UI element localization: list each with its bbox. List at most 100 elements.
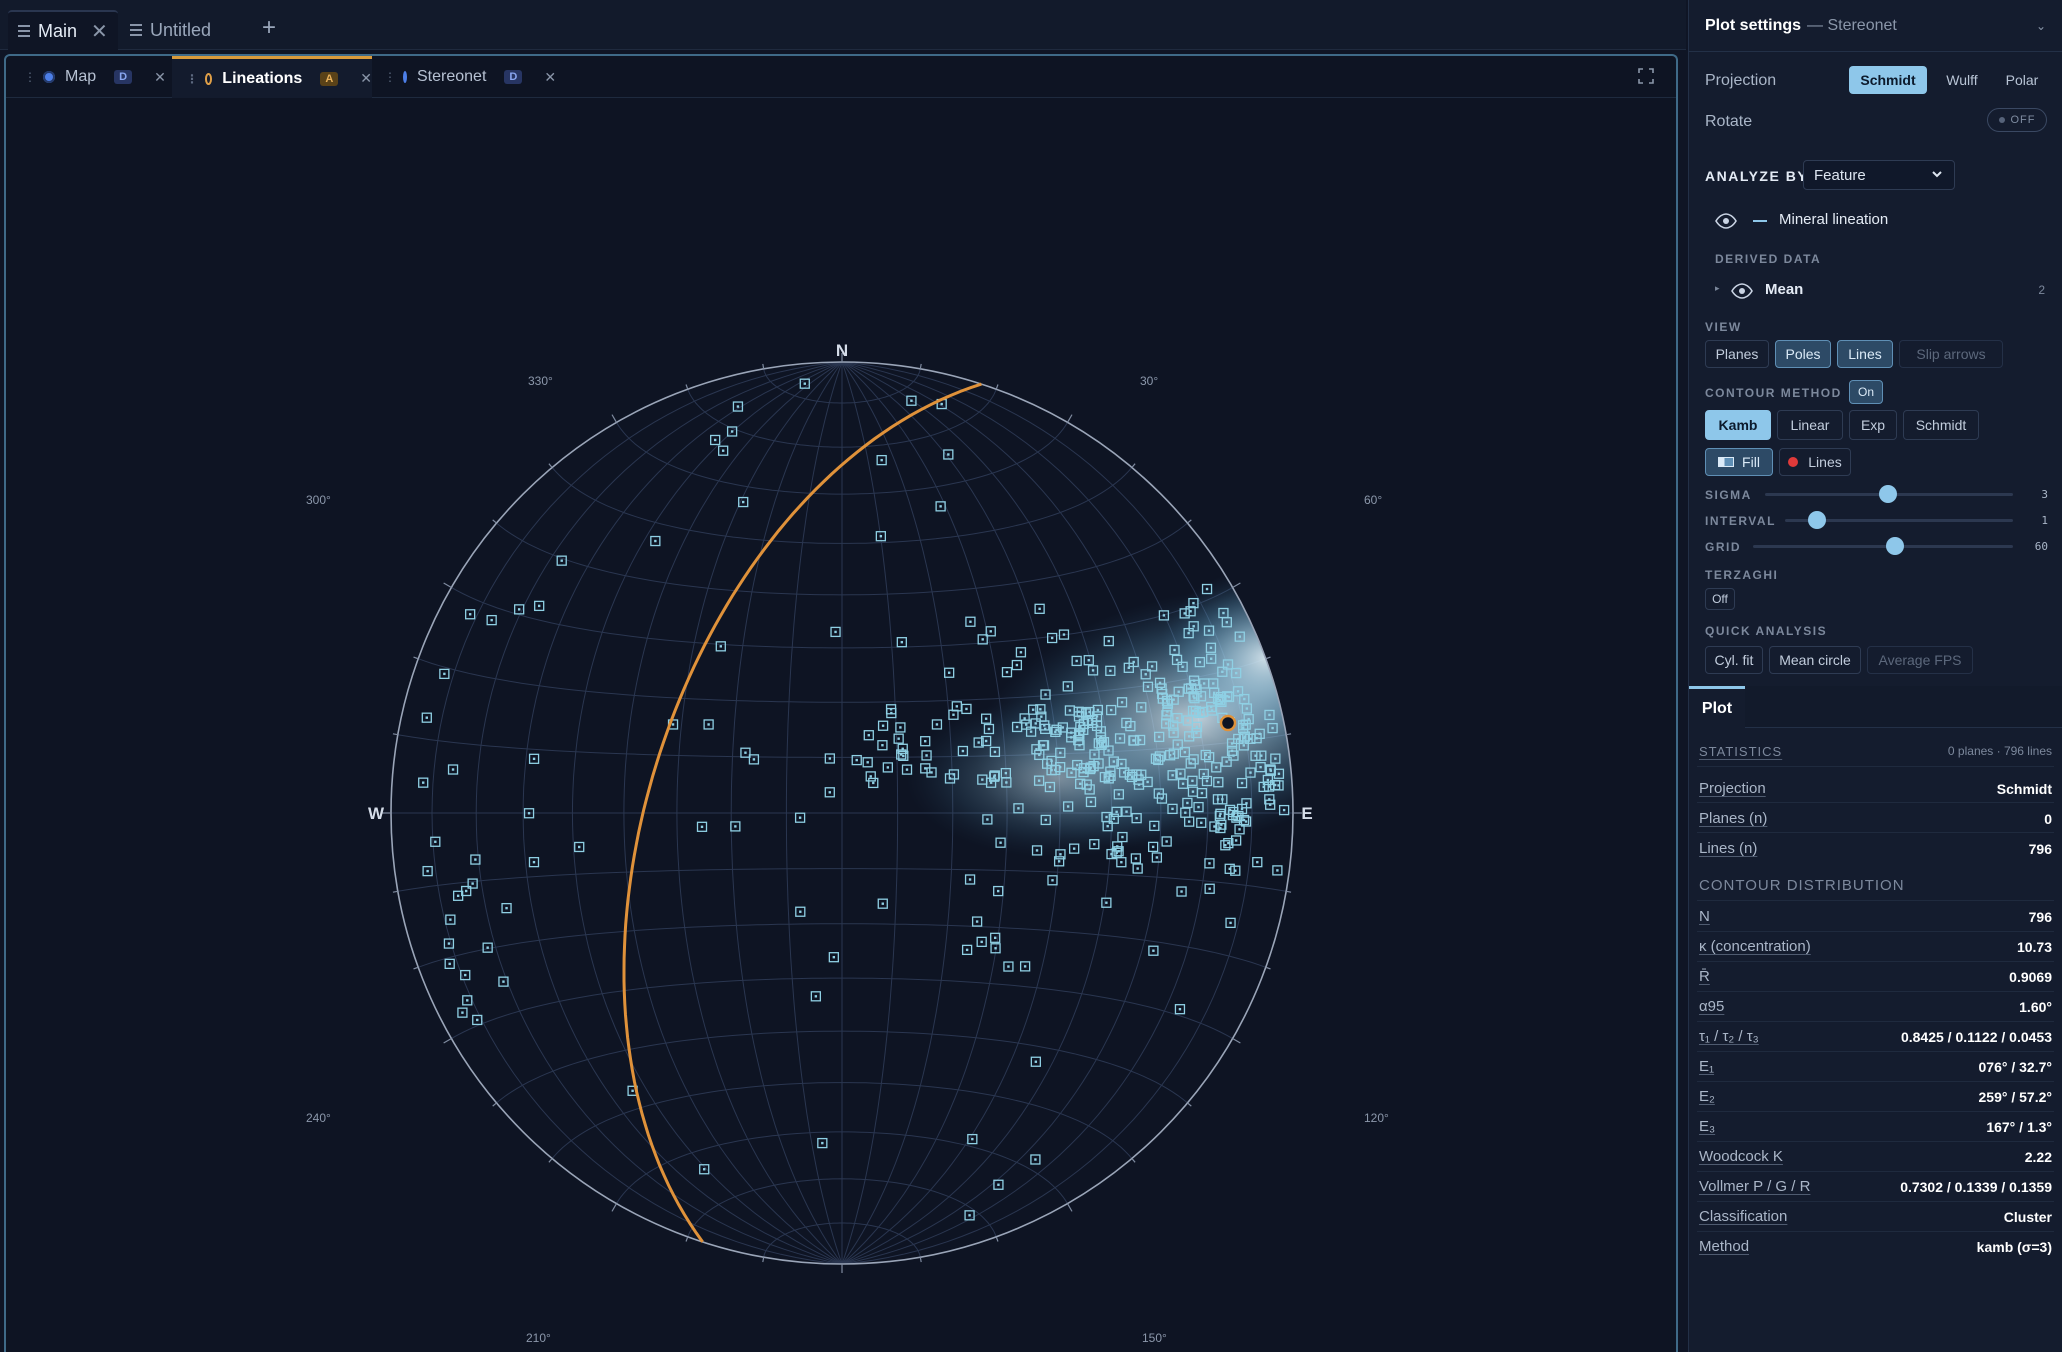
quick-analysis-label: QUICK ANALYSIS (1705, 624, 1828, 638)
azimuth-tick (1187, 1102, 1192, 1107)
azimuth-label: 60° (1364, 493, 1382, 507)
divider (1697, 1111, 2054, 1112)
pole-marker (1204, 883, 1215, 894)
pole-marker (422, 865, 433, 877)
cyl-fit-button[interactable]: Cyl. fit (1705, 646, 1763, 674)
contour-linear-button[interactable]: Linear (1777, 410, 1843, 440)
grid-slider-handle[interactable] (1886, 537, 1904, 555)
pole-marker (895, 722, 906, 733)
close-icon[interactable]: ✕ (360, 70, 372, 87)
pole-marker (810, 991, 822, 1002)
pole-marker (715, 641, 726, 652)
drag-handle-icon[interactable]: ⋮ (186, 72, 198, 86)
fullscreen-icon[interactable] (1638, 68, 1654, 84)
window-tab-main[interactable]: Main ✕ (8, 10, 118, 50)
azimuth-tick (685, 1236, 689, 1242)
close-icon[interactable]: ✕ (544, 69, 556, 86)
lines-label: Lines (1808, 454, 1842, 470)
contour-lines-toggle[interactable]: Lines (1779, 448, 1851, 476)
contour-stat-label: Woodcock K (1699, 1148, 1783, 1165)
terzaghi-toggle[interactable]: Off (1705, 588, 1735, 610)
window-tab-untitled[interactable]: Untitled (120, 10, 221, 50)
contour-on-toggle[interactable]: On (1849, 380, 1883, 404)
terzaghi-label: TERZAGHI (1705, 568, 1779, 582)
azimuth-tick (413, 656, 419, 660)
view-lines-button[interactable]: Lines (1837, 340, 1893, 368)
pole-marker (971, 916, 983, 927)
eye-icon[interactable] (1731, 283, 1753, 299)
divider (1697, 991, 2054, 992)
plot-settings-header[interactable]: Plot settings — Stereonet ⌄ (1689, 0, 2062, 52)
contour-exp-button[interactable]: Exp (1849, 410, 1897, 440)
projection-wulff-button[interactable]: Wulff (1935, 66, 1989, 94)
view-slip-arrows-button[interactable]: Slip arrows (1899, 340, 2003, 368)
azimuth-tick (548, 1158, 553, 1163)
drag-handle-icon[interactable]: ⋮ (384, 70, 396, 84)
pole-marker (882, 762, 893, 773)
pole-marker (1047, 632, 1058, 644)
north-label: N (836, 341, 848, 360)
panel-tab-map[interactable]: ⋮ Map D ✕ (16, 56, 170, 98)
contour-stat-value: 076° / 32.7° (1978, 1059, 2052, 1075)
view-label: VIEW (1705, 320, 1742, 334)
lineations-dot-icon (205, 72, 213, 85)
contour-stat-label: Vollmer P / G / R (1699, 1178, 1811, 1195)
stat-projection-value: Schmidt (1996, 781, 2052, 797)
pole-marker (1116, 857, 1127, 868)
sigma-value: 3 (2041, 488, 2048, 501)
view-planes-button[interactable]: Planes (1705, 340, 1769, 368)
panel-tab-label: Lineations (222, 69, 303, 87)
pole-marker (862, 757, 873, 768)
feature-row-mineral-lineation[interactable]: Mineral lineation (1715, 210, 2045, 234)
tab-plot[interactable]: Plot (1689, 686, 1745, 728)
average-fps-button[interactable]: Average FPS (1867, 646, 1973, 674)
panel-tab-lineations[interactable]: ⋮ Lineations A ✕ (172, 56, 372, 98)
window-tab-label: Untitled (150, 19, 212, 40)
contour-schmidt-button[interactable]: Schmidt (1903, 410, 1979, 440)
pole-marker (863, 730, 874, 741)
contour-fill-toggle[interactable]: Fill (1705, 448, 1773, 476)
east-label: E (1301, 804, 1312, 823)
pole-marker (794, 812, 806, 823)
grid-slider-track[interactable] (1753, 545, 2013, 548)
sigma-slider-handle[interactable] (1879, 485, 1897, 503)
projection-polar-button[interactable]: Polar (1995, 66, 2049, 94)
close-icon[interactable]: ✕ (91, 19, 108, 44)
pole-marker (696, 821, 708, 832)
azimuth-tick (1286, 890, 1292, 893)
eye-icon[interactable] (1715, 213, 1737, 229)
expand-caret-icon[interactable]: ▸ (1715, 283, 1720, 294)
contour-stat-value: Cluster (2003, 1209, 2052, 1225)
chevron-down-icon[interactable]: ⌄ (2036, 19, 2046, 33)
mean-marker[interactable] (1219, 714, 1237, 732)
azimuth-tick (1131, 463, 1136, 468)
azimuth-tick (443, 582, 452, 589)
panel-tab-stereonet[interactable]: ⋮ Stereonet D ✕ (376, 56, 556, 98)
interval-slider-handle[interactable] (1808, 511, 1826, 529)
stereonet-plot[interactable]: N E W 330° 30° 300° 60° 240° 120° 210° 1… (6, 98, 1676, 1352)
derived-item-mean[interactable]: ▸ Mean 2 (1715, 280, 2045, 304)
stereonet-dot-icon (403, 71, 407, 83)
plot-settings-sidebar: Plot settings — Stereonet ⌄ Projection S… (1688, 0, 2062, 1352)
contour-stat-value: 167° / 1.3° (1986, 1119, 2052, 1135)
rotate-label: Rotate (1705, 113, 1753, 130)
view-poles-button[interactable]: Poles (1775, 340, 1831, 368)
derived-data-label: DERIVED DATA (1715, 252, 1822, 266)
analyze-by-select[interactable]: Feature (1803, 160, 1955, 190)
drag-handle-icon[interactable]: ⋮ (24, 70, 36, 84)
pole-marker (528, 856, 540, 868)
rotate-toggle[interactable]: OFF (1987, 108, 2047, 132)
pole-marker (528, 753, 540, 764)
close-icon[interactable]: ✕ (154, 69, 166, 86)
divider (1697, 1081, 2054, 1082)
panel-tab-badge: D (504, 70, 523, 84)
contour-kamb-button[interactable]: Kamb (1705, 410, 1771, 440)
mean-circle-button[interactable]: Mean circle (1769, 646, 1861, 674)
contour-method-label: CONTOUR METHOD (1705, 386, 1842, 400)
new-tab-plus-icon[interactable]: + (262, 14, 276, 42)
divider (1697, 1201, 2054, 1202)
divider (1697, 766, 2054, 767)
projection-schmidt-button[interactable]: Schmidt (1849, 66, 1927, 94)
panel-tab-badge: D (114, 70, 133, 84)
panel-tab-badge: A (320, 71, 339, 86)
